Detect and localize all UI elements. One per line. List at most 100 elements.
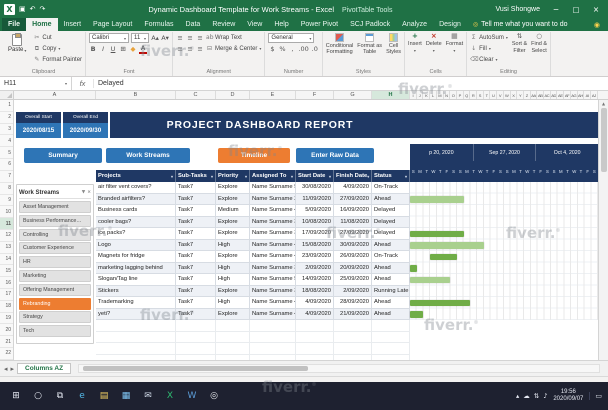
table-cell[interactable]: Task7	[176, 239, 216, 251]
row-header-6[interactable]: 6	[0, 159, 13, 171]
column-header-AF[interactable]: AF	[564, 91, 571, 99]
merge-center-button[interactable]: ⊟ Merge & Center ▾	[206, 44, 261, 53]
table-cell[interactable]	[296, 320, 334, 332]
row-header-13[interactable]: 13	[0, 242, 13, 254]
table-cell[interactable]: 11/09/2020	[296, 193, 334, 205]
insert-cells-button[interactable]: + Insert ▾	[408, 33, 422, 54]
nav-button-work-streams[interactable]: Work Streams	[106, 148, 190, 163]
table-cell[interactable]	[250, 343, 296, 355]
column-header-AA[interactable]: AA	[531, 91, 538, 99]
column-header-L[interactable]: L	[430, 91, 437, 99]
taskbar-icon-file-explorer[interactable]: ▤	[94, 384, 114, 408]
table-cell[interactable]: Name Surname 3	[250, 216, 296, 228]
gantt-bar[interactable]	[410, 299, 471, 306]
column-header-U[interactable]: U	[490, 91, 498, 99]
copy-button[interactable]: ⧉ Copy ▾	[33, 44, 82, 53]
slicer-item-marketing[interactable]: Marketing	[19, 269, 91, 282]
table-cell[interactable]: marketing lagging behind	[96, 262, 176, 274]
percent-button[interactable]: %	[278, 45, 286, 53]
row-header-14[interactable]: 14	[0, 254, 13, 266]
nav-button-summary[interactable]: Summary	[24, 148, 102, 163]
ribbon-tab-file[interactable]: File	[2, 18, 27, 31]
save-icon[interactable]: ▣	[19, 5, 26, 13]
font-color-button[interactable]: A	[139, 45, 148, 54]
align-top-button[interactable]: ≡	[176, 34, 184, 42]
slicer-item-offering-management[interactable]: Offering Management	[19, 283, 91, 296]
row-header-12[interactable]: 12	[0, 230, 13, 242]
column-header-X[interactable]: X	[511, 91, 518, 99]
row-header-2[interactable]: 2	[0, 112, 13, 124]
table-cell[interactable]: Ahead	[372, 308, 410, 320]
ribbon-tab-home[interactable]: Home	[26, 18, 58, 31]
table-header-priority[interactable]: Priority ▾	[216, 170, 250, 182]
table-cell[interactable]: Medium	[216, 205, 250, 217]
filter-icon[interactable]: ▾	[211, 174, 213, 179]
taskbar-clock[interactable]: 19:56 2020/09/07	[553, 389, 583, 404]
taskbar-icon-start[interactable]: ⊞	[6, 384, 26, 408]
vertical-scroll-thumb[interactable]	[600, 108, 607, 172]
delete-cells-button[interactable]: × Delete ▾	[426, 33, 442, 54]
table-header-start-date[interactable]: Start Date ▾	[296, 170, 334, 182]
table-cell[interactable]: Ahead	[372, 262, 410, 274]
column-header-AD[interactable]: AD	[551, 91, 558, 99]
table-cell[interactable]: Task7	[176, 228, 216, 240]
table-cell[interactable]: 26/09/2020	[334, 251, 372, 263]
font-name-select[interactable]: Calibri ▾	[89, 33, 130, 43]
table-cell[interactable]: Delayed	[372, 205, 410, 217]
table-cell[interactable]: High	[216, 239, 250, 251]
table-cell[interactable]	[96, 343, 176, 355]
tray-icon-tray-expand[interactable]: ▴	[516, 392, 519, 400]
table-cell[interactable]: Explore	[216, 285, 250, 297]
table-cell[interactable]: Task7	[176, 205, 216, 217]
table-cell[interactable]: 18/08/2020	[296, 285, 334, 297]
table-cell[interactable]: yeti?	[96, 308, 176, 320]
table-cell[interactable]: ice packs?	[96, 228, 176, 240]
table-cell[interactable]: High	[216, 297, 250, 309]
ribbon-tab-scj-padlock[interactable]: SCJ Padlock	[344, 18, 396, 31]
table-cell[interactable]	[296, 354, 334, 360]
taskbar-icon-task-view[interactable]: ⧉	[50, 384, 70, 408]
align-middle-button[interactable]: ≡	[186, 34, 194, 42]
shrink-font-button[interactable]: A▾	[161, 34, 169, 42]
table-cell[interactable]: High	[216, 274, 250, 286]
table-cell[interactable]: Name Surname 3	[250, 228, 296, 240]
filter-icon[interactable]: ▾	[171, 174, 173, 179]
table-cell[interactable]: 10/08/2020	[296, 216, 334, 228]
name-box[interactable]: H11 ▾	[0, 77, 72, 90]
table-cell[interactable]: Ahead	[372, 193, 410, 205]
align-center-button[interactable]: ≡	[186, 45, 194, 53]
increase-decimal-button[interactable]: .00	[298, 45, 308, 53]
table-cell[interactable]: 11/08/2020	[334, 216, 372, 228]
table-cell[interactable]	[372, 343, 410, 355]
column-header-S[interactable]: S	[477, 91, 484, 99]
gantt-bar[interactable]	[410, 242, 484, 249]
horizontal-scrollbar[interactable]	[78, 364, 600, 373]
ribbon-tab-page-layout[interactable]: Page Layout	[87, 18, 138, 31]
table-cell[interactable]: Task7	[176, 285, 216, 297]
column-header-H[interactable]: H	[372, 91, 410, 99]
autosum-button[interactable]: Σ AutoSum ▾	[470, 33, 508, 42]
align-left-button[interactable]: ≡	[176, 45, 184, 53]
table-cell[interactable]: Stickers	[96, 285, 176, 297]
table-cell[interactable]: 16/09/2020	[334, 205, 372, 217]
table-cell[interactable]: Task7	[176, 262, 216, 274]
ribbon-tab-insert[interactable]: Insert	[58, 18, 88, 31]
taskbar-icon-store[interactable]: ▦	[116, 384, 136, 408]
table-cell[interactable]: Branded airfilters?	[96, 193, 176, 205]
table-cell[interactable]: Ahead	[372, 297, 410, 309]
slicer-clear-icon[interactable]: ×	[87, 190, 91, 195]
italic-button[interactable]: I	[99, 45, 107, 53]
taskbar-icon-search[interactable]: ○	[28, 384, 48, 408]
table-cell[interactable]	[176, 354, 216, 360]
ribbon-tab-view[interactable]: View	[241, 18, 268, 31]
row-header-9[interactable]: 9	[0, 195, 13, 207]
row-header-11[interactable]: 11	[0, 218, 13, 230]
table-cell[interactable]: Business cards	[96, 205, 176, 217]
table-cell[interactable]: air filter vent covers?	[96, 182, 176, 194]
table-cell[interactable]: 23/09/2020	[296, 251, 334, 263]
tray-icon-volume[interactable]: ♪	[543, 392, 547, 400]
table-cell[interactable]: Name Surname 4	[250, 251, 296, 263]
table-cell[interactable]: Task7	[176, 193, 216, 205]
table-cell[interactable]: 17/09/2020	[296, 228, 334, 240]
table-cell[interactable]: Running Late	[372, 285, 410, 297]
